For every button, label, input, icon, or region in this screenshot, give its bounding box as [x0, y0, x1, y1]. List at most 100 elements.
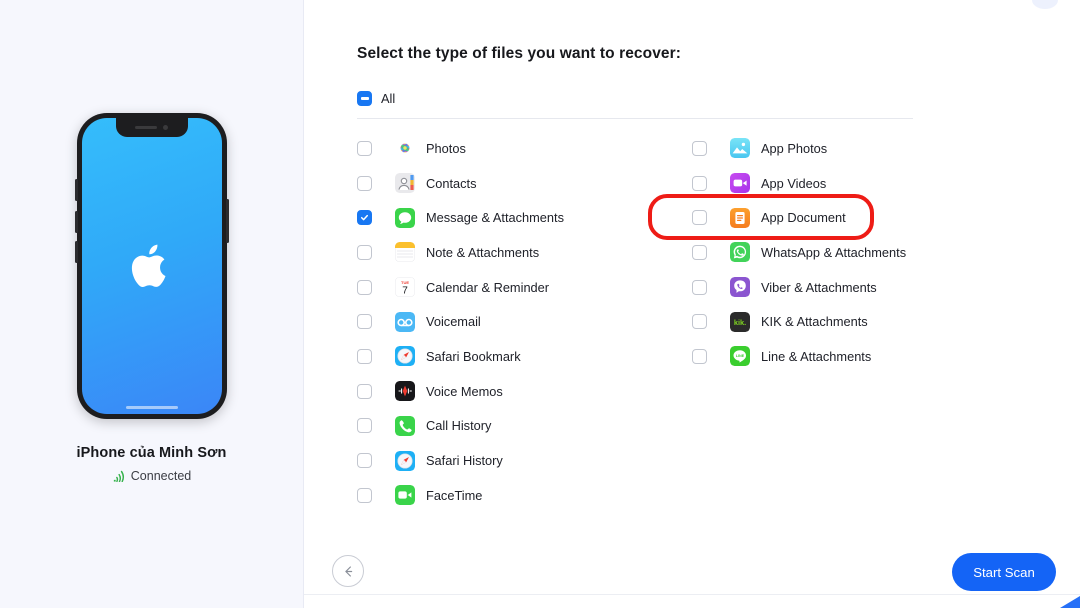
kik-icon: kik.	[730, 312, 750, 332]
file-type-option[interactable]: Safari History	[357, 443, 687, 478]
phone-screen	[82, 118, 222, 414]
speaker-slot	[135, 126, 157, 129]
app-document-icon	[730, 208, 750, 228]
file-type-option[interactable]: Voice Memos	[357, 374, 687, 409]
device-status: Connected	[112, 469, 191, 483]
file-type-option[interactable]: Message & Attachments	[357, 200, 687, 235]
file-type-option[interactable]: WhatsApp & Attachments	[692, 235, 952, 270]
file-type-option[interactable]: App Document	[692, 200, 952, 235]
file-type-checkbox[interactable]	[692, 176, 707, 191]
file-type-label: KIK & Attachments	[761, 314, 868, 329]
file-type-label: Safari History	[426, 453, 503, 468]
whatsapp-icon	[730, 242, 750, 262]
start-scan-button[interactable]: Start Scan	[952, 553, 1056, 591]
file-type-option[interactable]: Voicemail	[357, 304, 687, 339]
file-type-label: WhatsApp & Attachments	[761, 245, 906, 260]
wifi-icon	[112, 470, 126, 482]
file-type-checkbox[interactable]	[357, 210, 372, 225]
file-type-label: FaceTime	[426, 488, 482, 503]
select-all-row[interactable]: All	[357, 91, 395, 106]
file-type-label: Voice Memos	[426, 384, 503, 399]
file-type-label: App Photos	[761, 141, 827, 156]
file-type-option[interactable]: Photos	[357, 131, 687, 166]
file-type-label: Photos	[426, 141, 466, 156]
file-type-checkbox[interactable]	[357, 418, 372, 433]
file-type-checkbox[interactable]	[357, 176, 372, 191]
svg-text:7: 7	[402, 286, 408, 297]
file-type-checkbox[interactable]	[692, 210, 707, 225]
file-type-label: Note & Attachments	[426, 245, 539, 260]
home-indicator	[126, 406, 178, 409]
phone-notch	[116, 118, 188, 137]
file-type-checkbox[interactable]	[357, 488, 372, 503]
line-icon: LINE	[730, 346, 750, 366]
device-status-label: Connected	[131, 469, 191, 483]
corner-accent	[1060, 596, 1080, 608]
contacts-icon	[395, 173, 415, 193]
svg-text:LINE: LINE	[736, 355, 745, 359]
file-type-checkbox[interactable]	[357, 384, 372, 399]
file-type-checkbox[interactable]	[357, 453, 372, 468]
file-type-checkbox[interactable]	[692, 349, 707, 364]
notes-icon	[395, 242, 415, 262]
file-type-option[interactable]: Note & Attachments	[357, 235, 687, 270]
select-all-checkbox[interactable]	[357, 91, 372, 106]
footer-divider	[304, 594, 1080, 595]
file-type-label: Voicemail	[426, 314, 481, 329]
messages-icon	[395, 208, 415, 228]
facetime-icon	[395, 485, 415, 505]
file-type-option[interactable]: kik. KIK & Attachments	[692, 304, 952, 339]
file-type-option[interactable]: Contacts	[357, 166, 687, 201]
file-type-label: Viber & Attachments	[761, 280, 877, 295]
file-type-option[interactable]: App Photos	[692, 131, 952, 166]
device-name: iPhone của Minh Sơn	[77, 445, 227, 461]
file-type-option[interactable]: App Videos	[692, 166, 952, 201]
file-type-option[interactable]: Viber & Attachments	[692, 270, 952, 305]
file-type-checkbox[interactable]	[357, 280, 372, 295]
section-divider	[357, 118, 913, 119]
main-panel: Select the type of files you want to rec…	[304, 0, 1080, 608]
file-type-label: Contacts	[426, 176, 477, 191]
file-type-checkbox[interactable]	[692, 314, 707, 329]
file-type-label: App Document	[761, 210, 846, 225]
file-type-option[interactable]: Call History	[357, 409, 687, 444]
file-type-option[interactable]: LINE Line & Attachments	[692, 339, 952, 374]
file-type-column-left: Photos Contacts Message & Attachments Note …	[357, 131, 687, 513]
file-type-option[interactable]: TUE7 Calendar & Reminder	[357, 270, 687, 305]
indeterminate-dash	[361, 97, 369, 99]
file-type-checkbox[interactable]	[357, 141, 372, 156]
safari-icon	[395, 346, 415, 366]
file-type-checkbox[interactable]	[692, 280, 707, 295]
back-button[interactable]	[332, 555, 364, 587]
file-type-checkbox[interactable]	[357, 314, 372, 329]
safari-icon	[395, 451, 415, 471]
file-type-label: Safari Bookmark	[426, 349, 521, 364]
file-type-option[interactable]: Safari Bookmark	[357, 339, 687, 374]
apple-logo-icon	[131, 241, 173, 291]
file-type-label: App Videos	[761, 176, 826, 191]
select-all-label: All	[381, 91, 395, 106]
voicemail-icon	[395, 312, 415, 332]
file-type-checkbox[interactable]	[357, 245, 372, 260]
svg-text:kik.: kik.	[734, 318, 746, 327]
file-type-label: Line & Attachments	[761, 349, 871, 364]
page-title: Select the type of files you want to rec…	[357, 45, 681, 63]
file-type-label: Calendar & Reminder	[426, 280, 549, 295]
top-right-decoration	[1032, 0, 1058, 9]
phone-frame	[77, 113, 227, 419]
photos-icon	[395, 138, 415, 158]
phone-icon	[395, 416, 415, 436]
file-type-checkbox[interactable]	[357, 349, 372, 364]
viber-icon	[730, 277, 750, 297]
svg-text:TUE: TUE	[401, 280, 409, 285]
app-photos-icon	[730, 138, 750, 158]
calendar-icon: TUE7	[395, 277, 415, 297]
arrow-left-icon	[341, 564, 356, 579]
file-type-column-right: App Photos App Videos App Document WhatsApp…	[692, 131, 952, 374]
file-type-label: Message & Attachments	[426, 210, 564, 225]
file-type-checkbox[interactable]	[692, 141, 707, 156]
file-type-option[interactable]: FaceTime	[357, 478, 687, 513]
app-videos-icon	[730, 173, 750, 193]
device-sidebar: iPhone của Minh Sơn Connected	[0, 0, 304, 608]
file-type-checkbox[interactable]	[692, 245, 707, 260]
